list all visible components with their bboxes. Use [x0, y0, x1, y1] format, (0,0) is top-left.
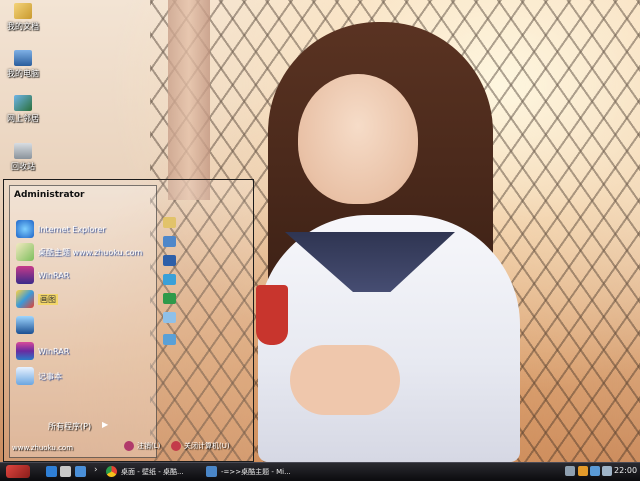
taskbar-clock: 22:00 — [614, 466, 638, 475]
taskbar-item-browser[interactable]: 桌面 - 壁纸 - 桌酷... — [106, 464, 184, 479]
wallpaper-figure-tie — [256, 285, 288, 345]
tray-arrow-icon[interactable] — [565, 466, 575, 476]
desktop-icon-network-places[interactable]: 网上邻居 — [3, 95, 43, 124]
start-menu-item-winrar-archive[interactable]: WinRAR — [16, 341, 69, 361]
winrar-icon — [16, 266, 34, 284]
internet-explorer-icon — [16, 220, 34, 238]
start-menu-item-internet-explorer[interactable]: Internet Explorer — [16, 219, 106, 239]
computer-icon[interactable] — [163, 236, 176, 247]
start-menu-item-paint[interactable]: 画图 — [16, 289, 58, 309]
quicklaunch-media-icon[interactable] — [75, 466, 86, 477]
network-icon[interactable] — [163, 274, 176, 285]
quicklaunch-ie-icon[interactable] — [46, 466, 57, 477]
taskbar: › 桌面 - 壁纸 - 桌酷... -=>>桌酷主题 - Mi... 22:00 — [0, 462, 640, 481]
all-programs-button[interactable]: 所有程序(P) — [48, 421, 91, 432]
wallpaper-post — [168, 0, 210, 200]
quicklaunch-desktop-icon[interactable] — [60, 466, 71, 477]
start-menu-item-winrar[interactable]: WinRAR — [16, 265, 69, 285]
wallpaper-figure-face — [298, 74, 418, 204]
desktop-icon-recycle-bin[interactable]: 回收站 — [3, 143, 43, 172]
start-menu-user-name: Administrator — [14, 190, 85, 200]
folder-icon[interactable] — [163, 217, 176, 228]
start-menu-site-link[interactable]: www.zhuoku.com — [12, 444, 73, 452]
taskbar-item-document[interactable]: -=>>桌酷主题 - Mi... — [206, 464, 291, 479]
start-menu-item-notepad[interactable]: 记事本 — [16, 366, 62, 386]
logoff-button[interactable]: 注销(L) — [124, 441, 160, 451]
network-places-icon — [14, 95, 32, 111]
tray-user-icon[interactable] — [578, 466, 588, 476]
winrar-archive-icon — [16, 342, 34, 360]
start-button[interactable] — [6, 465, 30, 478]
notepad-icon — [16, 367, 34, 385]
desktop-icon-my-computer[interactable]: 我的电脑 — [3, 50, 43, 79]
recycle-bin-icon — [14, 143, 32, 159]
shutdown-button[interactable]: 关闭计算机(U) — [171, 441, 230, 451]
chrome-icon — [106, 466, 117, 477]
paint-icon — [16, 290, 34, 308]
monitor-icon — [16, 316, 34, 334]
desktop-icon-my-documents[interactable]: 我的文档 — [3, 3, 43, 32]
power-icon — [171, 441, 181, 451]
run-icon[interactable] — [163, 334, 176, 345]
wallpaper-figure-hands — [290, 345, 400, 415]
all-programs-arrow-icon: ▶ — [102, 420, 109, 429]
lock-icon — [124, 441, 134, 451]
globe-icon[interactable] — [163, 293, 176, 304]
tray-volume-icon[interactable] — [602, 466, 612, 476]
my-computer-icon — [14, 50, 32, 66]
start-menu-item-zhuoku-theme[interactable]: 桌酷主题 www.zhuoku.com — [16, 242, 142, 262]
document-window-icon — [206, 466, 217, 477]
quicklaunch-chevron-icon[interactable]: › — [94, 465, 98, 475]
control-panel-icon[interactable] — [163, 255, 176, 266]
start-menu-item-monitor[interactable] — [16, 315, 38, 335]
tray-network-icon[interactable] — [590, 466, 600, 476]
my-documents-icon — [14, 3, 32, 19]
search-icon[interactable] — [163, 312, 176, 323]
zhuoku-theme-icon — [16, 243, 34, 261]
